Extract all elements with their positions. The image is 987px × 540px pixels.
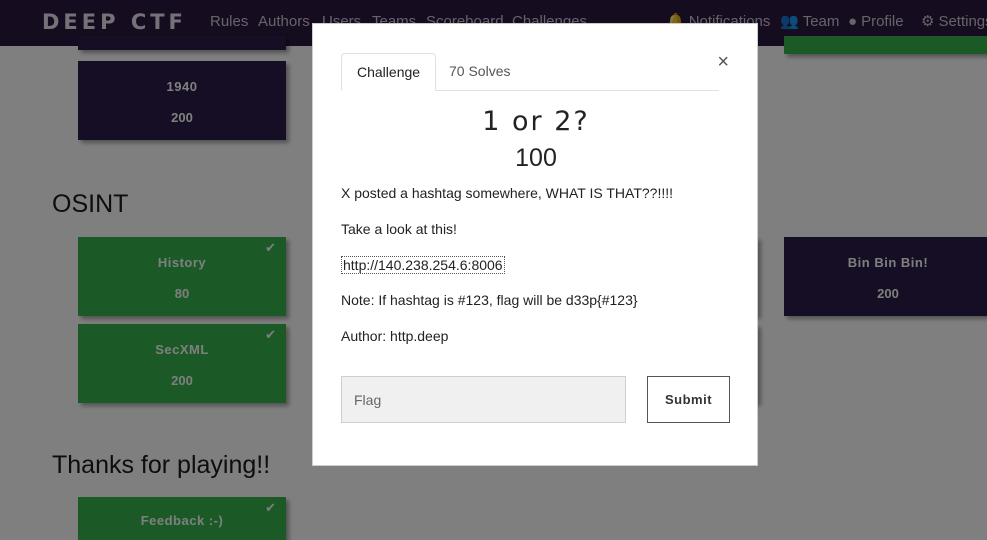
tab-solves[interactable]: 70 Solves (434, 53, 525, 91)
close-icon[interactable]: × (717, 52, 729, 72)
modal-tabs: Challenge 70 Solves (341, 53, 719, 91)
submit-button[interactable]: Submit (647, 376, 730, 423)
challenge-modal: × Challenge 70 Solves 1 or 2? 100 X post… (312, 23, 758, 466)
description-line: Note: If hashtag is #123, flag will be d… (341, 292, 638, 308)
challenge-url-link[interactable]: http://140.238.254.6:8006 (341, 256, 505, 274)
description-line: X posted a hashtag somewhere, WHAT IS TH… (341, 185, 674, 201)
flag-input[interactable] (341, 376, 626, 423)
challenge-name: 1 or 2? (482, 106, 590, 137)
tab-challenge[interactable]: Challenge (341, 53, 437, 91)
description-link-line: http://140.238.254.6:8006 (341, 256, 505, 274)
description-line: Author: http.deep (341, 328, 449, 344)
description-line: Take a look at this! (341, 221, 457, 237)
challenge-value: 100 (515, 144, 557, 172)
